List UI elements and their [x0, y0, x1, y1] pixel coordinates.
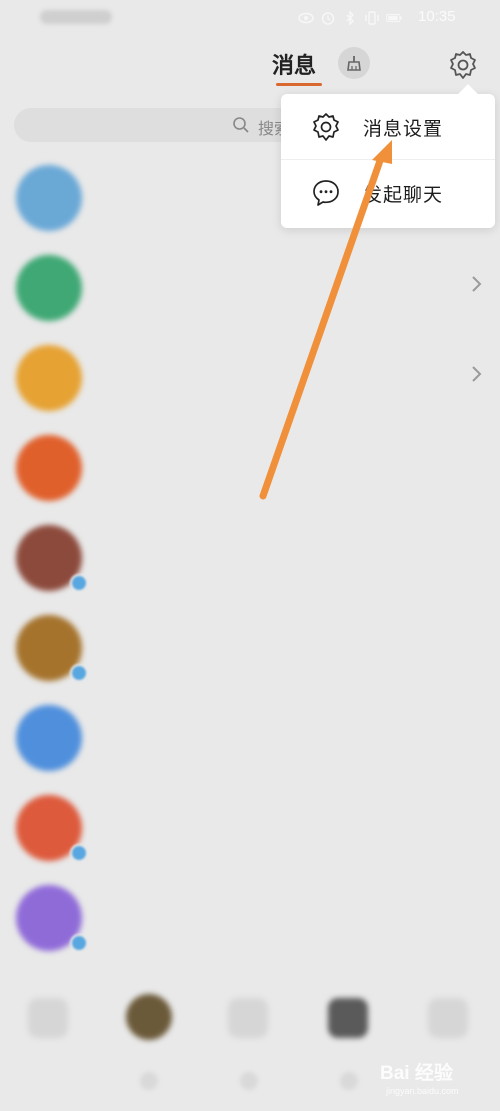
menu-item-start-chat[interactable]: 发起聊天 [281, 160, 495, 226]
list-item[interactable] [0, 874, 500, 964]
recents-button[interactable] [340, 1072, 358, 1090]
verified-badge-icon [70, 664, 88, 682]
menu-item-label: 发起聊天 [363, 183, 444, 206]
bottom-tab-bar [0, 986, 500, 1056]
search-icon [232, 116, 250, 134]
status-time: 10:35 [418, 8, 456, 25]
top-nav: 消息 [0, 36, 500, 94]
avatar[interactable] [16, 345, 82, 411]
list-item[interactable] [0, 514, 500, 604]
watermark-text: Bai 经验 [380, 1063, 453, 1084]
back-button[interactable] [140, 1072, 158, 1090]
home-icon[interactable] [28, 998, 68, 1038]
profile-avatar-icon[interactable] [126, 994, 172, 1040]
list-item[interactable] [0, 334, 500, 424]
battery-icon [386, 11, 402, 25]
status-bar: 10:35 [0, 0, 500, 36]
broom-icon[interactable] [338, 47, 370, 79]
avatar[interactable] [16, 165, 82, 231]
home-button[interactable] [240, 1072, 258, 1090]
list-item[interactable] [0, 604, 500, 694]
watermark-subtext: jingyan.baidu.com [386, 1086, 459, 1096]
verified-badge-icon [70, 574, 88, 592]
list-item[interactable] [0, 424, 500, 514]
me-icon[interactable] [428, 998, 468, 1038]
message-icon[interactable] [328, 998, 368, 1038]
vibrate-icon [364, 11, 380, 25]
active-tab-indicator [276, 83, 322, 86]
chevron-right-icon [470, 364, 482, 389]
list-item[interactable] [0, 694, 500, 784]
avatar[interactable] [16, 705, 82, 771]
carrier-info [40, 10, 112, 24]
tab-messages[interactable]: 消息 [272, 48, 316, 80]
list-item[interactable] [0, 784, 500, 874]
gear-icon [310, 111, 342, 143]
chat-bubble-icon [310, 177, 342, 209]
menu-item-label: 消息设置 [363, 117, 444, 140]
chevron-right-icon [470, 274, 482, 299]
verified-badge-icon [70, 844, 88, 862]
eye-icon [298, 11, 314, 25]
discover-icon[interactable] [228, 998, 268, 1038]
avatar[interactable] [16, 255, 82, 321]
app-screen: 10:35 消息 搜索 消息设置 发起聊天 Bai 经验 jingyan.bai… [0, 0, 500, 1111]
list-item[interactable] [0, 244, 500, 334]
alarm-icon [320, 11, 336, 25]
menu-item-message-settings[interactable]: 消息设置 [281, 94, 495, 160]
avatar[interactable] [16, 435, 82, 501]
status-icons [298, 6, 402, 30]
bluetooth-icon [342, 11, 358, 25]
verified-badge-icon [70, 934, 88, 952]
popup-menu: 消息设置 发起聊天 [281, 94, 495, 228]
baidu-jingyan-watermark: Bai 经验 jingyan.baidu.com [380, 1058, 498, 1102]
gear-icon[interactable] [446, 48, 480, 82]
